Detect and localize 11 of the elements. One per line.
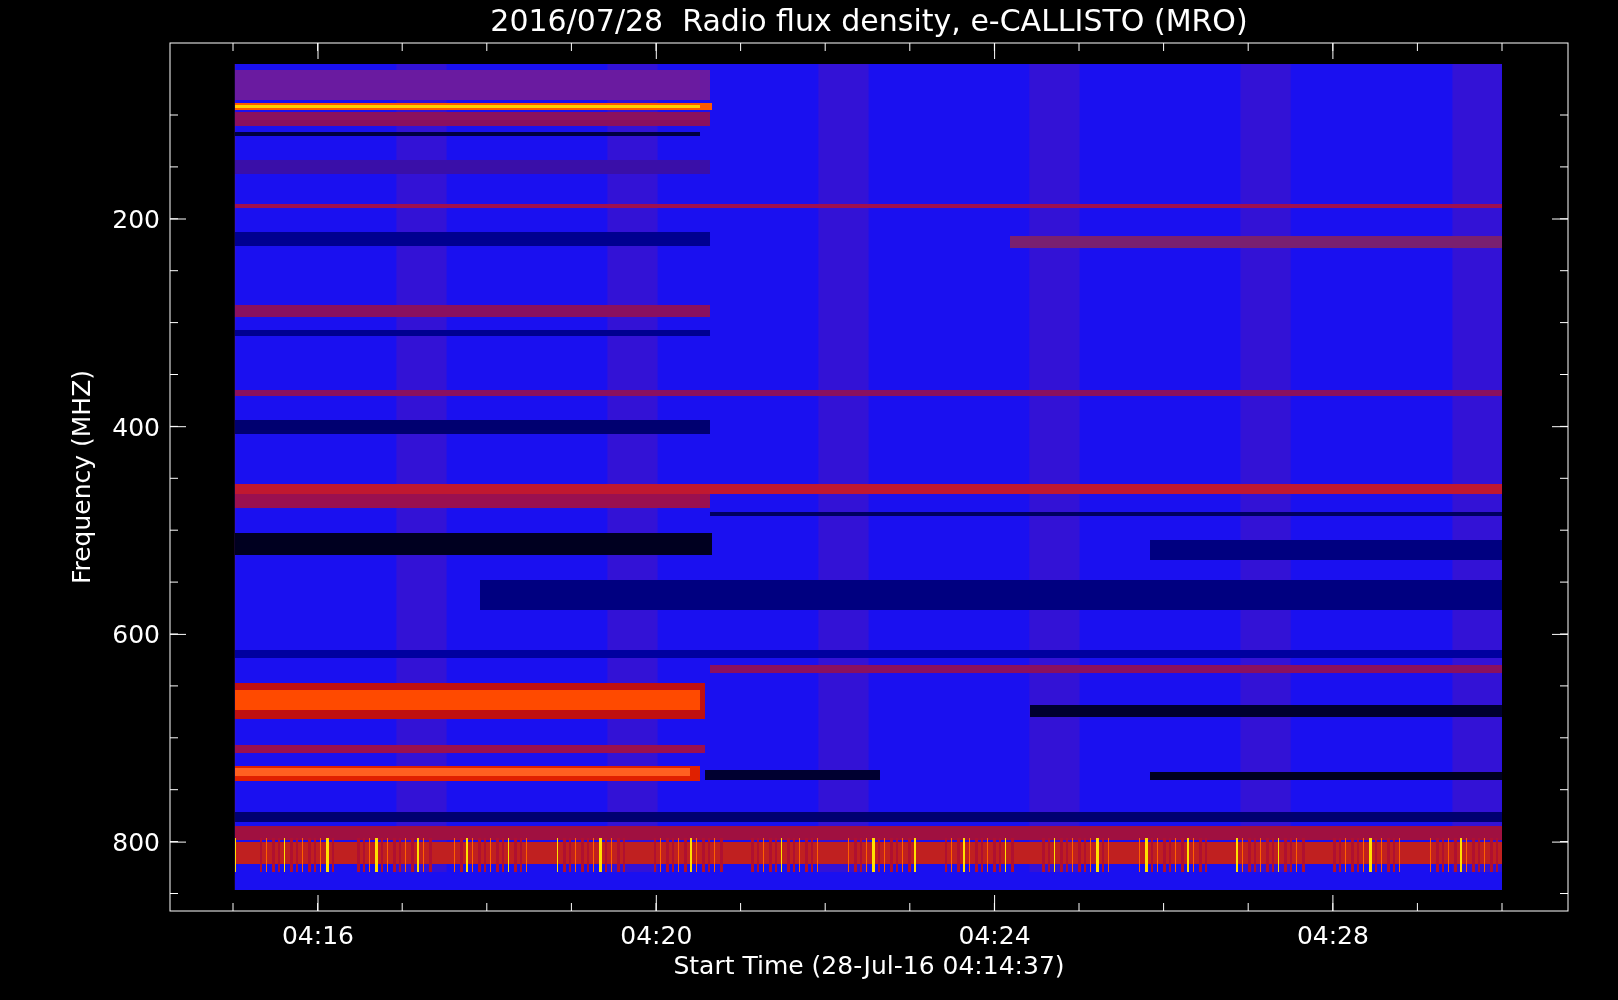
y-tick-label: 400 — [112, 412, 160, 442]
x-tick-label: 04:24 — [958, 921, 1031, 950]
x-tick-label: 04:16 — [282, 921, 354, 950]
y-tick-label: 800 — [112, 828, 160, 858]
x-tick-label: 04:20 — [620, 921, 693, 950]
x-tick-label: 04:28 — [1296, 921, 1369, 950]
y-tick-label: 200 — [112, 205, 160, 234]
y-tick-label: 600 — [112, 620, 160, 650]
chart-title: 2016/07/28 Radio flux density, e-CALLISTO (MRO) — [490, 3, 1248, 38]
y-axis-label: Frequency (MHZ) — [67, 369, 96, 585]
x-axis-label: Start Time (28-Jul-16 04:14:37) — [673, 951, 1065, 980]
